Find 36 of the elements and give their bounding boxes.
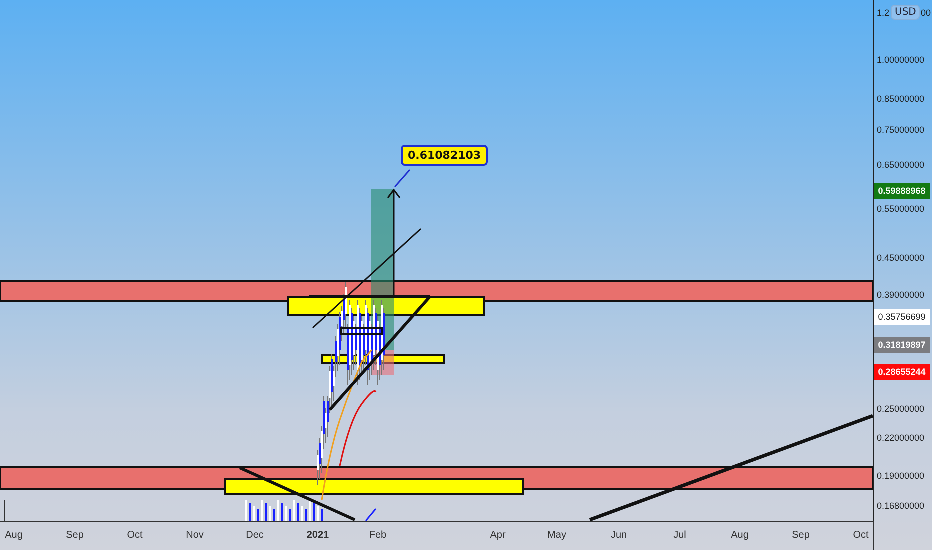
time-label: Sep — [65, 530, 85, 541]
price-tick: 1.2 — [877, 8, 890, 18]
time-label: May — [546, 530, 568, 541]
price-tick: 1.00000000 — [877, 55, 925, 65]
moving-average-line — [365, 508, 377, 521]
price-tick: 0.65000000 — [877, 160, 925, 170]
price-tick: 0.16800000 — [877, 501, 925, 511]
time-label: Oct — [852, 530, 870, 541]
price-callout: 0.61082103 — [401, 145, 488, 166]
range-box — [340, 327, 383, 335]
price-tick: 0.75000000 — [877, 125, 925, 135]
price-tick: 0.19000000 — [877, 471, 925, 481]
price-tick: 0.85000000 — [877, 94, 925, 104]
price-label: 0.59888968 — [874, 183, 930, 199]
time-label: Apr — [489, 530, 507, 541]
time-label: Nov — [185, 530, 205, 541]
price-tick: 0.45000000 — [877, 253, 925, 263]
price-tick: 0.55000000 — [877, 204, 925, 214]
price-label: 0.35756699 — [874, 309, 930, 325]
time-label: 2021 — [306, 530, 330, 541]
time-label: Jul — [672, 530, 688, 541]
price-label: 0.28655244 — [874, 364, 930, 380]
price-tick: 0.39000000 — [877, 290, 925, 300]
price-tick: 0.25000000 — [877, 404, 925, 414]
leader-line — [394, 170, 411, 188]
price-tick: 0.22000000 — [877, 433, 925, 443]
currency-badge[interactable]: USD — [891, 5, 920, 20]
time-label: Oct — [126, 530, 144, 541]
time-label: Sep — [791, 530, 811, 541]
price-label: 0.31819897 — [874, 337, 930, 353]
time-label: Aug — [4, 530, 24, 541]
price-tick: 00 — [921, 8, 932, 18]
time-label: Aug — [730, 530, 750, 541]
time-label: Feb — [368, 530, 388, 541]
time-label: Dec — [245, 530, 265, 541]
time-label: Jun — [610, 530, 628, 541]
